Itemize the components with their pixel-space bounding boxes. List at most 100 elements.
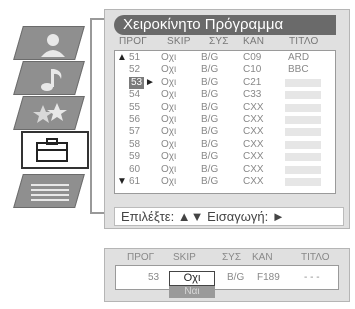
program-list: ▲ 51 Οχι B/G C09 ARD 52 Οχι B/G C10 BBC 53 ► Οχι B/G C2… xyxy=(114,50,336,194)
row-chan: C21 xyxy=(243,76,262,88)
program-row[interactable]: ▲ 51 Οχι B/G C09 ARD xyxy=(115,52,335,64)
row-skip: Οχι xyxy=(161,151,177,163)
row-prog: 51 xyxy=(129,52,141,63)
edit-header-chan: ΚΑΝ xyxy=(252,252,273,263)
row-sys: B/G xyxy=(201,101,219,113)
row-title-field xyxy=(285,153,321,162)
edit-header-prog: ΠΡΟΓ xyxy=(127,252,155,263)
program-edit-panel: ΠΡΟΓ SKIP ΣΥΣ ΚΑΝ ΤΙΤΛΟ 53 B/G F189 - - … xyxy=(104,248,350,302)
row-sys: B/G xyxy=(201,64,219,76)
row-prog: 56 xyxy=(129,114,141,125)
sidebar-item-picture[interactable] xyxy=(13,26,85,60)
program-row[interactable]: 59 Οχι B/G CXX xyxy=(115,151,335,163)
row-prog: 61 xyxy=(129,176,141,187)
row-sys: B/G xyxy=(201,89,219,101)
row-title-field xyxy=(285,128,321,137)
setup-list-icon xyxy=(19,175,79,207)
program-row[interactable]: 57 Οχι B/G CXX xyxy=(115,126,335,138)
row-title: ARD xyxy=(288,52,310,63)
manual-program-panel: Χειροκίνητο Πρόγραμμα ΠΡΟΓ SKIP ΣΥΣ ΚΑΝ … xyxy=(104,9,350,229)
row-skip: Οχι xyxy=(161,126,177,138)
sidebar-item-install[interactable] xyxy=(21,131,89,169)
row-chan: C10 xyxy=(243,64,262,76)
install-toolbox-icon xyxy=(23,133,87,167)
edit-title-value: - - - xyxy=(304,272,320,283)
row-sys: B/G xyxy=(201,52,219,63)
program-row[interactable]: 55 Οχι B/G CXX xyxy=(115,102,335,114)
row-title-field xyxy=(285,140,321,149)
column-header-sys: ΣΥΣ xyxy=(209,36,229,47)
row-sys: B/G xyxy=(201,114,219,125)
column-header-prog: ΠΡΟΓ xyxy=(119,36,147,47)
program-row[interactable]: 53 ► Οχι B/G C21 xyxy=(115,76,335,89)
row-prog: 52 xyxy=(129,64,141,76)
program-row[interactable]: 60 Οχι B/G CXX xyxy=(115,164,335,176)
edit-header-title: ΤΙΤΛΟ xyxy=(301,252,330,263)
sidebar-connector-top xyxy=(90,18,104,20)
row-prog: 53 xyxy=(129,76,145,89)
edit-sys-value: B/G xyxy=(227,272,245,283)
edit-chan-value: F189 xyxy=(257,272,280,283)
column-header-chan: ΚΑΝ xyxy=(243,36,265,47)
row-scroll-marker: ▲ xyxy=(117,52,127,63)
program-row[interactable]: 56 Οχι B/G CXX xyxy=(115,114,335,126)
row-sys: B/G xyxy=(201,126,219,138)
row-chan: CXX xyxy=(243,101,264,113)
sidebar-connector xyxy=(90,18,92,213)
edit-header-skip: SKIP xyxy=(173,252,196,263)
row-prog: 60 xyxy=(129,163,141,175)
row-prog: 57 xyxy=(129,126,141,138)
program-row[interactable]: 52 Οχι B/G C10 BBC xyxy=(115,64,335,76)
row-chan: C09 xyxy=(243,52,262,63)
sidebar-item-features[interactable] xyxy=(13,96,85,130)
program-row[interactable]: 54 Οχι B/G C33 xyxy=(115,89,335,101)
row-prog: 58 xyxy=(129,138,141,150)
row-title-field xyxy=(285,178,321,186)
row-sys: B/G xyxy=(201,76,219,88)
row-skip: Οχι xyxy=(161,101,177,113)
column-header-title: ΤΙΤΛΟ xyxy=(289,36,319,47)
sidebar-item-setup[interactable] xyxy=(13,174,85,208)
column-header-skip: SKIP xyxy=(167,36,191,47)
edit-prog-value: 53 xyxy=(148,272,160,283)
sidebar-connector-bottom xyxy=(90,212,104,214)
row-skip: Οχι xyxy=(161,176,177,187)
row-chan: CXX xyxy=(243,126,264,138)
row-chan: CXX xyxy=(243,176,264,187)
row-title-field xyxy=(285,103,321,112)
edit-row: 53 B/G F189 - - - xyxy=(115,265,339,290)
row-title: BBC xyxy=(288,64,309,76)
row-title-field xyxy=(285,78,321,87)
row-title-field xyxy=(285,116,321,124)
row-prog: 54 xyxy=(129,89,141,101)
features-stars-icon xyxy=(19,97,79,129)
row-sys: B/G xyxy=(201,138,219,150)
row-sys: B/G xyxy=(201,176,219,187)
row-skip: Οχι xyxy=(161,76,177,88)
row-skip: Οχι xyxy=(161,114,177,125)
row-title-field xyxy=(285,91,321,100)
row-skip: Οχι xyxy=(161,138,177,150)
program-row[interactable]: ▼ 61 Οχι B/G CXX xyxy=(115,176,335,188)
row-chan: CXX xyxy=(243,151,264,163)
row-sys: B/G xyxy=(201,151,219,163)
row-skip: Οχι xyxy=(161,89,177,101)
skip-option-yes[interactable]: Ναι xyxy=(169,286,215,298)
row-skip: Οχι xyxy=(161,64,177,76)
row-skip: Οχι xyxy=(161,52,177,63)
skip-dropdown[interactable]: Οχι xyxy=(169,271,215,286)
row-chan: CXX xyxy=(243,138,264,150)
row-skip: Οχι xyxy=(161,163,177,175)
row-title-field xyxy=(285,165,321,174)
program-row[interactable]: 58 Οχι B/G CXX xyxy=(115,139,335,151)
sidebar-item-sound[interactable] xyxy=(13,61,85,95)
edit-header-sys: ΣΥΣ xyxy=(222,252,242,263)
row-scroll-marker: ▼ xyxy=(117,176,127,187)
row-sys: B/G xyxy=(201,163,219,175)
row-chan: CXX xyxy=(243,114,264,125)
page-title: Χειροκίνητο Πρόγραμμα xyxy=(114,15,336,35)
row-select-arrow: ► xyxy=(145,76,155,88)
navigation-hint: Επιλέξτε: ▲▼ Εισαγωγή: ► xyxy=(114,207,344,226)
row-chan: CXX xyxy=(243,163,264,175)
sound-note-icon xyxy=(19,62,79,94)
